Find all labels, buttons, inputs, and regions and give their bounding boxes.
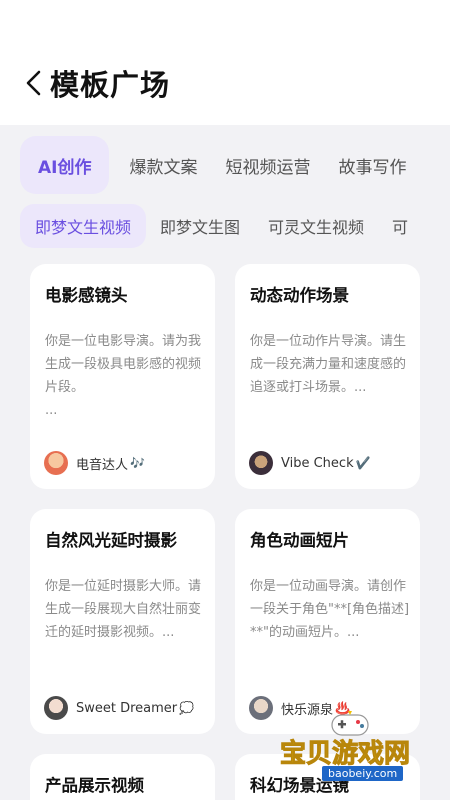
author-name: Sweet Dreamer	[76, 700, 178, 716]
template-card[interactable]: 电影感镜头 你是一位电影导演。请为我生成一段极具电影感的视频片段。 ... 电音…	[30, 264, 215, 489]
avatar	[249, 451, 273, 475]
chevron-left-icon	[26, 70, 41, 96]
template-card[interactable]: 产品展示视频	[30, 754, 215, 800]
card-author[interactable]: 快乐源泉 ♨️	[249, 696, 350, 720]
card-description: 你是一位动作片导演。请生成一段充满力量和速度感的追逐或打斗场景。...	[250, 334, 407, 395]
sub-tabs: 即梦文生视频 即梦文生图 可灵文生视频 可	[20, 204, 450, 248]
author-name: 快乐源泉	[281, 702, 334, 718]
author-emoji: 💭	[179, 701, 195, 715]
subtab-more[interactable]: 可	[378, 204, 422, 248]
card-title: 角色动画短片	[250, 531, 349, 550]
card-author[interactable]: Vibe Check ✔️	[249, 451, 371, 475]
card-title: 动态动作场景	[250, 286, 349, 305]
back-button[interactable]	[18, 66, 48, 100]
author-name: 电音达人	[76, 457, 129, 473]
avatar	[249, 696, 273, 720]
card-title: 产品展示视频	[45, 776, 144, 795]
subtab-kling-text-to-video[interactable]: 可灵文生视频	[254, 204, 378, 248]
author-emoji: 🎶	[130, 456, 145, 470]
template-card[interactable]: 动态动作场景 你是一位动作片导演。请生成一段充满力量和速度感的追逐或打斗场景。.…	[235, 264, 420, 489]
subtab-jimeng-text-to-image[interactable]: 即梦文生图	[146, 204, 254, 248]
tab-short-video-ops[interactable]: 短视频运营	[211, 136, 324, 194]
page-title: 模板广场	[50, 68, 171, 102]
card-description: 你是一位动画导演。请创作一段关于角色"**[角色描述]**"的动画短片。...	[250, 579, 410, 640]
tab-story-writing[interactable]: 故事写作	[324, 136, 420, 194]
card-description: 你是一位延时摄影大师。请生成一段展现大自然壮丽变迁的延时摄影视频。...	[45, 579, 202, 640]
card-title: 自然风光延时摄影	[45, 531, 177, 550]
template-card[interactable]: 科幻场景运镜	[235, 754, 420, 800]
author-name: Vibe Check	[281, 455, 354, 471]
card-title: 电影感镜头	[45, 286, 128, 305]
template-card[interactable]: 自然风光延时摄影 你是一位延时摄影大师。请生成一段展现大自然壮丽变迁的延时摄影视…	[30, 509, 215, 734]
template-card[interactable]: 角色动画短片 你是一位动画导演。请创作一段关于角色"**[角色描述]**"的动画…	[235, 509, 420, 734]
category-tabs: AI创作 爆款文案 短视频运营 故事写作	[20, 136, 420, 194]
card-title: 科幻场景运镜	[250, 776, 349, 795]
card-author[interactable]: 电音达人 🎶	[44, 451, 145, 475]
card-description: 你是一位电影导演。请为我生成一段极具电影感的视频片段。 ...	[45, 334, 202, 418]
top-bar: 模板广场	[0, 0, 450, 125]
avatar	[44, 696, 68, 720]
avatar	[44, 451, 68, 475]
card-author[interactable]: Sweet Dreamer 💭	[44, 696, 194, 720]
tab-ai-create[interactable]: AI创作	[20, 136, 110, 194]
author-emoji: ✔️	[355, 456, 371, 470]
tab-viral-copy[interactable]: 爆款文案	[115, 136, 211, 194]
subtab-jimeng-text-to-video[interactable]: 即梦文生视频	[20, 204, 147, 248]
author-emoji: ♨️	[335, 701, 350, 715]
